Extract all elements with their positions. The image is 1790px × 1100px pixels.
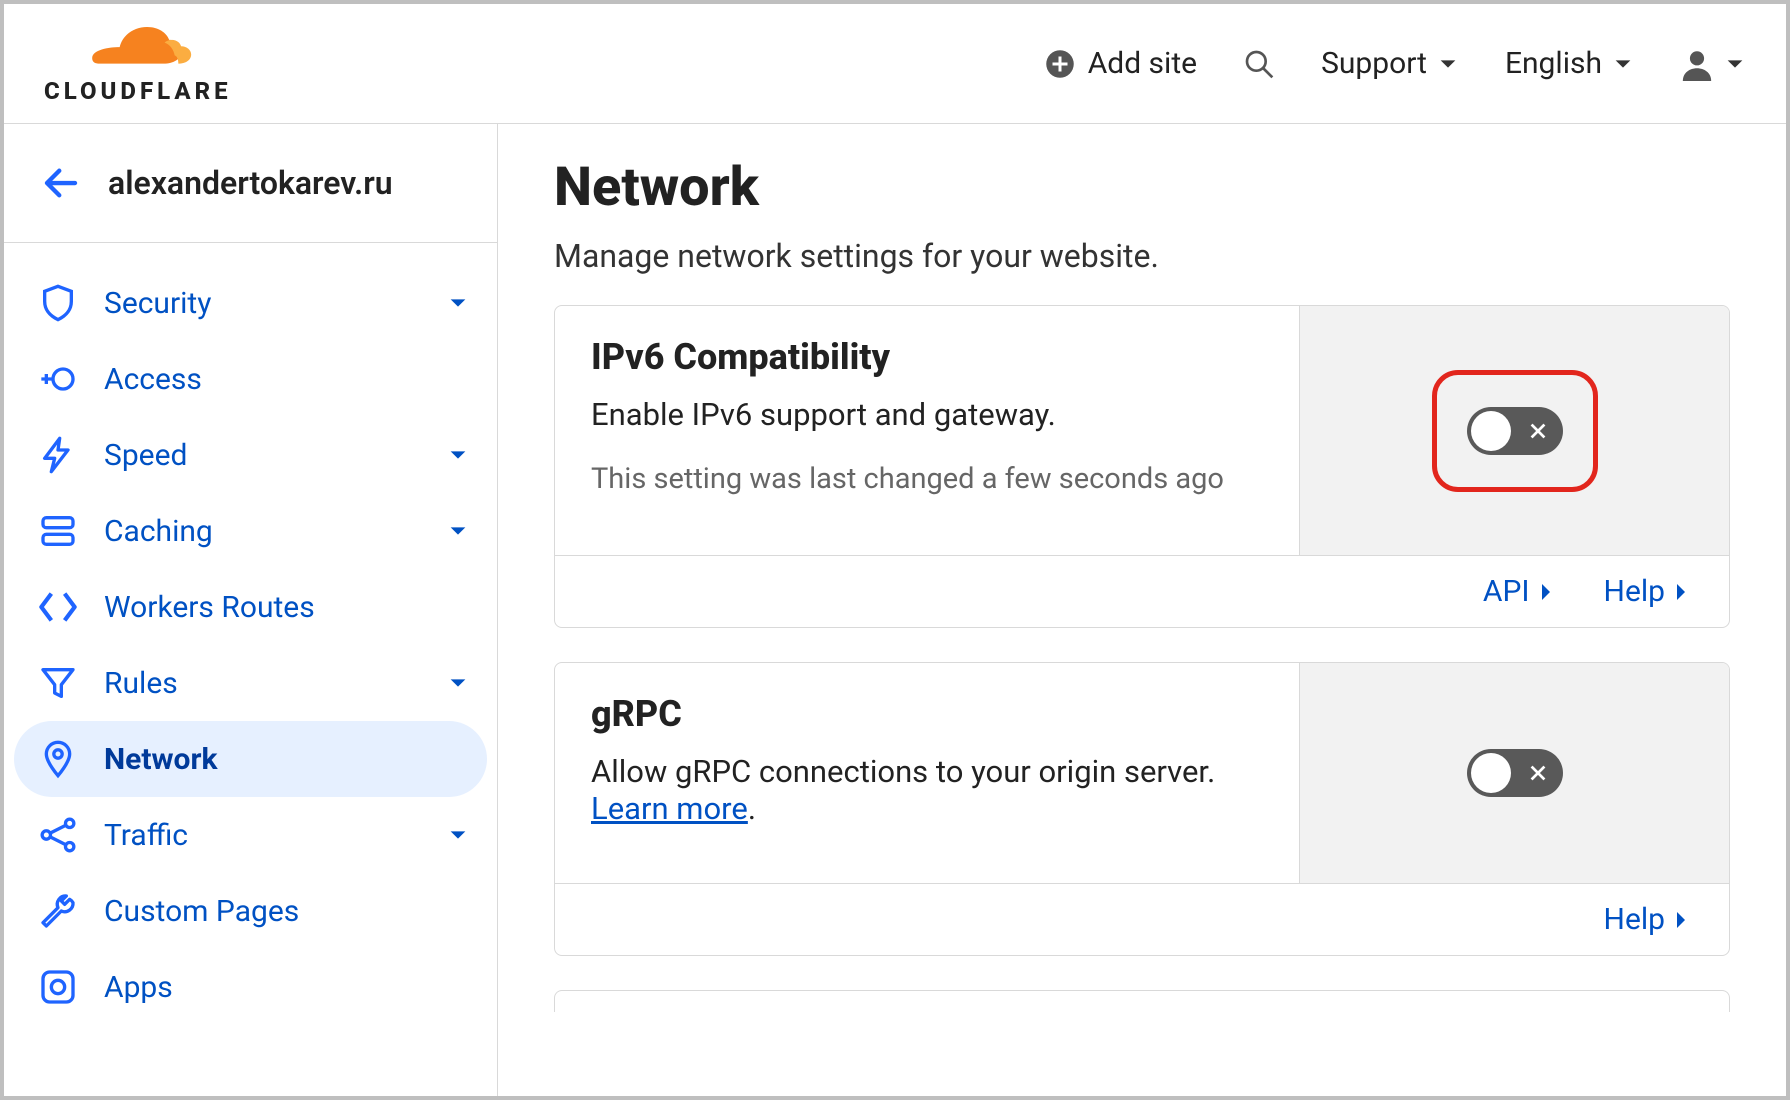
plus-circle-icon (1042, 46, 1078, 82)
add-site-label: Add site (1088, 46, 1197, 81)
stack-icon (38, 511, 78, 551)
support-label: Support (1321, 46, 1427, 81)
chevron-right-icon (1673, 580, 1689, 604)
sidebar: alexandertokarev.ru Security Access Speed C… (4, 124, 498, 1096)
sidebar-item-custom-pages[interactable]: Custom Pages (14, 873, 487, 949)
chevron-down-icon (1612, 53, 1634, 75)
sidebar-item-caching[interactable]: Caching (14, 493, 487, 569)
sidebar-item-security[interactable]: Security (14, 265, 487, 341)
support-menu[interactable]: Support (1321, 46, 1459, 81)
chevron-down-icon (1724, 53, 1746, 75)
wrench-icon (38, 891, 78, 931)
sidebar-item-label: Apps (104, 970, 469, 1005)
page-title: Network (554, 156, 1730, 219)
sidebar-item-label: Security (104, 286, 421, 321)
chevron-down-icon (447, 444, 469, 466)
sidebar-item-label: Traffic (104, 818, 421, 853)
language-menu[interactable]: English (1505, 46, 1634, 81)
chevron-right-icon (1673, 908, 1689, 932)
sidebar-item-label: Custom Pages (104, 894, 469, 929)
sidebar-item-label: Workers Routes (104, 590, 469, 625)
user-icon (1680, 47, 1714, 81)
cloud-icon (83, 25, 193, 73)
x-icon (1527, 762, 1549, 784)
card-grpc: gRPC Allow gRPC connections to your orig… (554, 662, 1730, 956)
chevron-down-icon (1437, 53, 1459, 75)
language-label: English (1505, 46, 1602, 81)
brand-text: CLOUDFLARE (44, 79, 232, 103)
sidebar-item-network[interactable]: Network (14, 721, 487, 797)
sidebar-item-label: Network (104, 742, 469, 777)
grpc-desc-text: Allow gRPC connections to your origin se… (591, 753, 1215, 790)
search-icon (1243, 48, 1275, 80)
highlight-annotation (1432, 370, 1598, 492)
sidebar-item-workers-routes[interactable]: Workers Routes (14, 569, 487, 645)
card-grpc-desc: Allow gRPC connections to your origin se… (591, 753, 1263, 827)
sidebar-item-access[interactable]: Access (14, 341, 487, 417)
sidebar-item-label: Access (104, 362, 469, 397)
chevron-down-icon (447, 292, 469, 314)
pin-icon (38, 739, 78, 779)
funnel-icon (38, 663, 78, 703)
site-name: alexandertokarev.ru (108, 164, 393, 202)
account-menu[interactable] (1680, 47, 1746, 81)
card-ipv6-desc: Enable IPv6 support and gateway. (591, 396, 1263, 433)
card-ipv6: IPv6 Compatibility Enable IPv6 support a… (554, 305, 1730, 628)
shield-icon (38, 283, 78, 323)
sidebar-item-traffic[interactable]: Traffic (14, 797, 487, 873)
card-grpc-title: gRPC (591, 693, 1263, 735)
learn-more-link[interactable]: Learn more (591, 790, 748, 827)
search-button[interactable] (1243, 48, 1275, 80)
help-link[interactable]: Help (1604, 902, 1689, 937)
sidebar-item-apps[interactable]: Apps (14, 949, 487, 1025)
main-content: Network Manage network settings for your… (498, 124, 1786, 1096)
help-link[interactable]: Help (1604, 574, 1689, 609)
add-site-button[interactable]: Add site (1042, 46, 1197, 82)
access-icon (38, 359, 78, 399)
help-label: Help (1604, 574, 1665, 609)
cloudflare-logo[interactable]: CLOUDFLARE (44, 25, 232, 103)
grpc-desc-suffix: . (748, 790, 756, 827)
sidebar-item-label: Rules (104, 666, 421, 701)
card-partial (554, 990, 1730, 1012)
chevron-down-icon (447, 672, 469, 694)
card-ipv6-title: IPv6 Compatibility (591, 336, 1263, 378)
chevron-down-icon (447, 824, 469, 846)
help-label: Help (1604, 902, 1665, 937)
card-ipv6-note: This setting was last changed a few seco… (591, 462, 1263, 496)
apps-icon (38, 967, 78, 1007)
page-subtitle: Manage network settings for your website… (554, 237, 1730, 275)
sidebar-item-speed[interactable]: Speed (14, 417, 487, 493)
share-icon (38, 815, 78, 855)
ipv6-toggle[interactable] (1467, 407, 1563, 455)
chevron-down-icon (447, 520, 469, 542)
brackets-icon (38, 587, 78, 627)
chevron-right-icon (1538, 580, 1554, 604)
api-label: API (1483, 574, 1530, 609)
api-link[interactable]: API (1483, 574, 1554, 609)
x-icon (1527, 420, 1549, 442)
arrow-left-icon (40, 162, 82, 204)
grpc-toggle[interactable] (1467, 749, 1563, 797)
sidebar-item-label: Caching (104, 514, 421, 549)
sidebar-item-rules[interactable]: Rules (14, 645, 487, 721)
bolt-icon (38, 435, 78, 475)
site-back-button[interactable]: alexandertokarev.ru (4, 124, 497, 243)
sidebar-item-label: Speed (104, 438, 421, 473)
